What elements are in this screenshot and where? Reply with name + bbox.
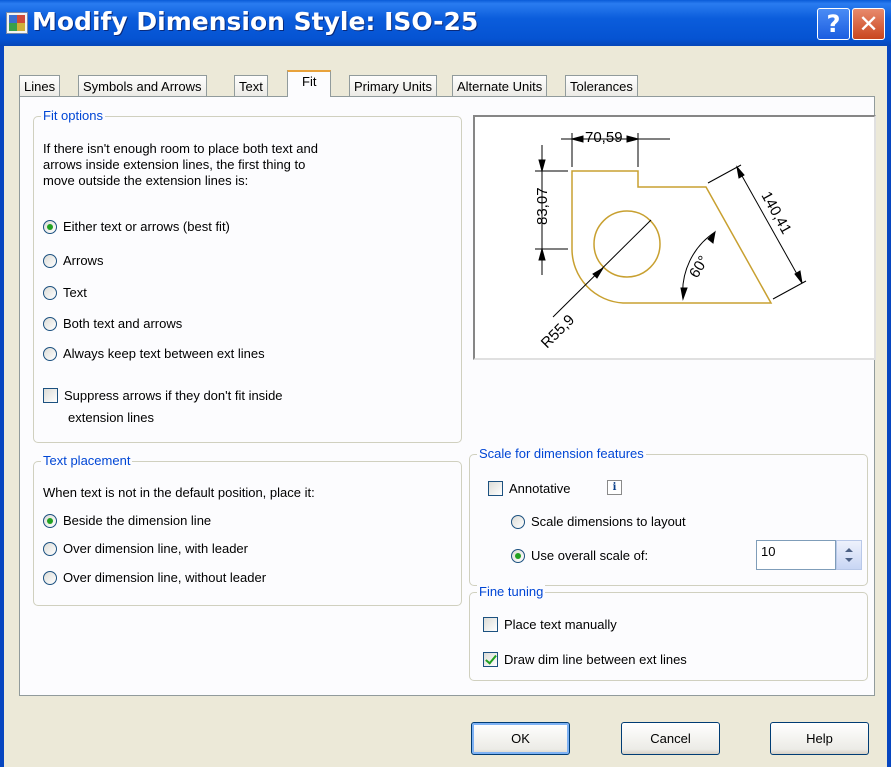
preview-drawing: 70,59 83,07 140,41 60° R55,9 [534, 129, 807, 352]
draw-dim-line-checkbox[interactable] [483, 652, 498, 667]
fine-tuning-group: Fine tuning [469, 584, 868, 681]
radio-over-with-leader[interactable] [43, 542, 57, 556]
suppress-arrows-label-2[interactable]: extension lines [68, 410, 154, 425]
close-button[interactable]: ✕ [852, 8, 885, 40]
help-title-button[interactable]: ? [817, 8, 850, 40]
fit-description-line-2: arrows inside extension lines, the first… [43, 157, 306, 172]
tab-text[interactable]: Text [234, 75, 268, 96]
radio-text[interactable] [43, 286, 57, 300]
info-icon[interactable]: i [607, 480, 622, 495]
fit-options-legend: Fit options [41, 108, 105, 123]
radio-beside-dim-line-label[interactable]: Beside the dimension line [63, 513, 211, 528]
help-button[interactable]: Help [770, 722, 869, 755]
suppress-arrows-label-1[interactable]: Suppress arrows if they don't fit inside [64, 388, 283, 403]
place-text-manually-label[interactable]: Place text manually [504, 617, 617, 632]
radio-both-text-arrows[interactable] [43, 317, 57, 331]
annotative-label[interactable]: Annotative [509, 481, 570, 496]
tab-alternate-units[interactable]: Alternate Units [452, 75, 548, 96]
scale-legend: Scale for dimension features [477, 446, 646, 461]
radio-over-without-leader[interactable] [43, 571, 57, 585]
tab-primary-units[interactable]: Primary Units [349, 75, 438, 96]
dimension-style-icon [6, 12, 28, 34]
tab-lines[interactable]: Lines [19, 75, 61, 96]
radio-text-label[interactable]: Text [63, 285, 87, 300]
preview-dim-radius: R55,9 [538, 312, 578, 352]
spinner-arrows-icon [845, 548, 853, 562]
radio-over-without-leader-label[interactable]: Over dimension line, without leader [63, 570, 266, 585]
radio-both-text-arrows-label[interactable]: Both text and arrows [63, 316, 182, 331]
tab-fit[interactable]: Fit [287, 70, 332, 97]
text-placement-legend: Text placement [41, 453, 133, 468]
tab-symbols-and-arrows[interactable]: Symbols and Arrows [78, 75, 207, 96]
radio-best-fit[interactable] [43, 220, 57, 234]
radio-overall-scale-label[interactable]: Use overall scale of: [531, 548, 648, 563]
dimension-preview: 70,59 83,07 140,41 60° R55,9 [473, 115, 876, 360]
preview-geometry [571, 170, 773, 304]
radio-scale-to-layout[interactable] [511, 515, 525, 529]
radio-keep-text-between-label[interactable]: Always keep text between ext lines [63, 346, 265, 361]
fine-tuning-legend: Fine tuning [477, 584, 546, 599]
draw-dim-line-label[interactable]: Draw dim line between ext lines [504, 652, 687, 667]
radio-over-with-leader-label[interactable]: Over dimension line, with leader [63, 541, 248, 556]
annotative-checkbox[interactable] [488, 481, 503, 496]
ok-button[interactable]: OK [471, 722, 570, 755]
fit-description-line-1: If there isn't enough room to place both… [43, 141, 318, 156]
overall-scale-spinner[interactable] [836, 540, 862, 570]
title-bar[interactable]: Modify Dimension Style: ISO-25 ? ✕ [0, 0, 891, 46]
suppress-arrows-checkbox[interactable] [43, 388, 58, 403]
place-text-manually-checkbox[interactable] [483, 617, 498, 632]
radio-best-fit-label[interactable]: Either text or arrows (best fit) [63, 219, 230, 234]
preview-dim-angle: 60° [686, 253, 712, 281]
radio-arrows[interactable] [43, 254, 57, 268]
window-title: Modify Dimension Style: ISO-25 [32, 7, 479, 36]
cancel-button[interactable]: Cancel [621, 722, 720, 755]
radio-keep-text-between[interactable] [43, 347, 57, 361]
overall-scale-input[interactable]: 10 [756, 540, 836, 570]
tab-tolerances[interactable]: Tolerances [565, 75, 638, 96]
text-placement-description: When text is not in the default position… [43, 485, 315, 500]
preview-dim-top: 70,59 [585, 129, 623, 146]
preview-dim-left: 83,07 [534, 187, 551, 225]
radio-beside-dim-line[interactable] [43, 514, 57, 528]
radio-scale-to-layout-label[interactable]: Scale dimensions to layout [531, 514, 686, 529]
radio-arrows-label[interactable]: Arrows [63, 253, 103, 268]
fit-description-line-3: move outside the extension lines is: [43, 173, 249, 188]
radio-overall-scale[interactable] [511, 549, 525, 563]
